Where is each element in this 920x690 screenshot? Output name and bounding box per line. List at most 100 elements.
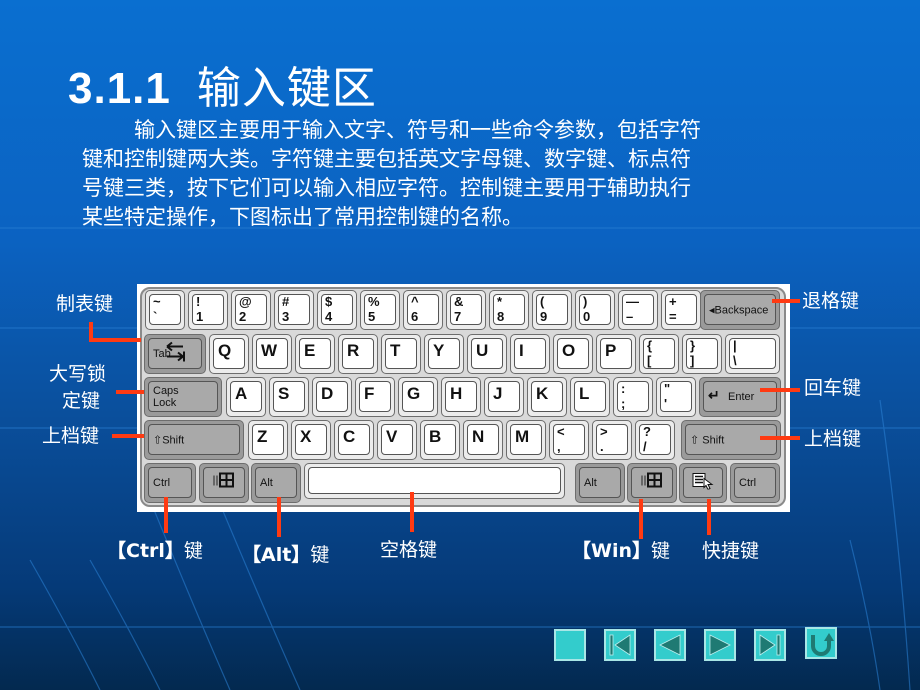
nav-next-button[interactable] (704, 629, 736, 661)
label-caps-lock-line1: 大写锁 (49, 363, 107, 385)
key-base-symbol: – (626, 309, 634, 324)
key-letter-r: R (338, 334, 378, 374)
windows-logo-icon (641, 472, 663, 493)
keycap: G (402, 381, 434, 412)
nav-return-button[interactable] (805, 627, 837, 659)
key-label: Ctrl (739, 476, 757, 489)
keycap: N (467, 424, 499, 455)
paragraph-line: 号键三类，按下它们可以输入相应字符。控制键主要用于辅助执行 (82, 176, 691, 200)
key-base-symbol: 2 (239, 309, 247, 324)
key-base-symbol: \ (733, 353, 737, 368)
label-win-suffix: 键 (651, 540, 671, 562)
key-base-symbol: 7 (454, 309, 462, 324)
keycap: }] (686, 338, 718, 369)
key-letter: F (364, 384, 375, 403)
key-letter: H (450, 384, 463, 403)
key-letter: Y (433, 341, 445, 360)
nav-blank-button[interactable] (554, 629, 586, 661)
key-shift-symbol: ~ (153, 294, 161, 309)
keycap: Enter ↵ (703, 381, 777, 412)
keycap: O (557, 338, 589, 369)
label-alt-suffix: 键 (310, 544, 330, 566)
nav-last-button[interactable] (754, 629, 786, 661)
keycap: + = (665, 294, 697, 325)
key-row1: ~ ` (145, 290, 185, 330)
body-paragraph: 输入键区主要用于输入文字、符号和一些命令参数，包括字符 键和控制键两大类。字符键… (82, 116, 842, 232)
key-symbol: ? / (635, 420, 675, 460)
keycap: :; (617, 381, 649, 412)
key-letter-t: T (381, 334, 421, 374)
leader-enter (760, 388, 800, 392)
keycap: X (295, 424, 327, 455)
key-row1: + = (661, 290, 701, 330)
keycap (683, 467, 723, 498)
nav-first-button[interactable] (604, 629, 636, 661)
key-letter: K (536, 384, 549, 403)
key-letter: G (407, 384, 421, 403)
key-row1: (9 (532, 290, 572, 330)
menu-key (679, 463, 727, 503)
first-slide-icon (609, 634, 631, 656)
keycap: S (273, 381, 305, 412)
win-right-key (627, 463, 677, 503)
label-menu: 快捷键 (702, 540, 760, 562)
keycap: U (471, 338, 503, 369)
nav-previous-button[interactable] (654, 629, 686, 661)
key-letter: P (605, 341, 617, 360)
key-label: Enter (728, 390, 755, 403)
keycap: ~ ` (149, 294, 181, 325)
key-letter: J (493, 384, 503, 403)
key-base-symbol: 5 (368, 309, 376, 324)
windows-logo-icon (213, 472, 235, 493)
keycap: V (381, 424, 413, 455)
keycap (308, 467, 561, 494)
keycap: W (256, 338, 288, 369)
label-space: 空格键 (380, 539, 438, 561)
leader-shift-right (760, 436, 800, 440)
key-letter-n: N (463, 420, 503, 460)
leader-backspace (772, 299, 800, 303)
key-letter-x: X (291, 420, 331, 460)
shift-left-key: ⇧Shift (144, 420, 244, 460)
key-letter: A (235, 384, 248, 403)
key-letter: Q (218, 341, 232, 360)
key-row1: ^ 6 (403, 290, 443, 330)
key-shift-symbol: @ (239, 294, 252, 309)
key-letter-p: P (596, 334, 636, 374)
key-shift-symbol: < (557, 424, 565, 439)
label-win-key: 【Win】 (572, 540, 651, 562)
keycap: Alt (255, 467, 297, 498)
leader-caps (116, 390, 144, 394)
key-letter: B (429, 427, 442, 446)
key-row1: ! 1 (188, 290, 228, 330)
key-letter: L (579, 384, 590, 403)
key-row1: % 5 (360, 290, 400, 330)
key-shift-symbol: ? (643, 424, 651, 439)
keycap: >. (596, 424, 628, 455)
keycap: B (424, 424, 456, 455)
keycap: ? / (639, 424, 671, 455)
keycap: ! 1 (192, 294, 224, 325)
paragraph-line: 输入键区主要用于输入文字、符号和一些命令参数，包括字符 (134, 118, 701, 142)
key-base-symbol: 0 (583, 309, 591, 324)
key-letter: X (300, 427, 312, 446)
key-symbol: >. (592, 420, 632, 460)
key-letter-e: E (295, 334, 335, 374)
keycap: Tab (148, 338, 202, 369)
key-label: Alt (584, 476, 597, 489)
ctrl-left-key: Ctrl (144, 463, 196, 503)
keyboard-diagram: ~ `! 1 @2 #3 $4% 5 ^ 6 & 7 * 8(9) 0— – + = ◂Backspace Tab Q… (137, 284, 790, 512)
keycap: ⇧Shift (148, 424, 240, 455)
key-letter-m: M (506, 420, 546, 460)
key-letter: E (304, 341, 316, 360)
previous-slide-icon (659, 634, 681, 656)
key-shift-symbol: # (282, 294, 290, 309)
tab-key: Tab (144, 334, 206, 374)
keycap: Y (428, 338, 460, 369)
keycap: — – (622, 294, 654, 325)
key-letter-f: F (355, 377, 395, 417)
key-letter: U (476, 341, 489, 360)
key-letter-j: J (484, 377, 524, 417)
keycap: ^ 6 (407, 294, 439, 325)
key-letter: T (390, 341, 401, 360)
